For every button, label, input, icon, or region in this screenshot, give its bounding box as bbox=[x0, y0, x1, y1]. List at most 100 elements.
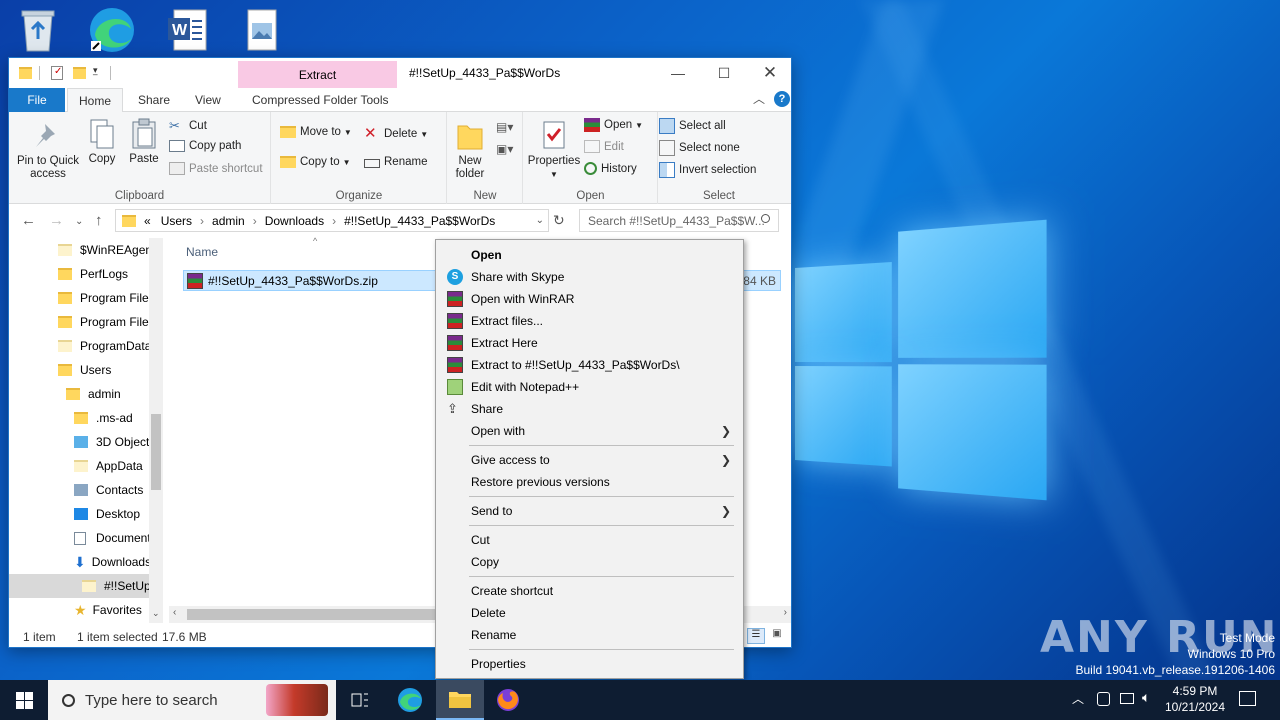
image-file-icon[interactable] bbox=[234, 6, 290, 54]
nav-item[interactable]: 3D Objects bbox=[74, 430, 155, 454]
edit-button[interactable]: Edit bbox=[584, 140, 624, 153]
paste-shortcut-button[interactable]: Paste shortcut bbox=[169, 162, 263, 175]
properties-icon[interactable]: ✓ bbox=[51, 66, 63, 80]
security-tray-icon[interactable] bbox=[1097, 692, 1110, 706]
horizontal-scrollbar-thumb[interactable] bbox=[187, 609, 441, 620]
breadcrumb-current-folder[interactable]: #!!SetUp_4433_Pa$$WorDs bbox=[344, 214, 495, 228]
help-icon[interactable]: ? bbox=[774, 91, 790, 107]
nav-item[interactable]: Program Files bbox=[58, 310, 155, 334]
notifications-icon[interactable] bbox=[1239, 691, 1256, 706]
maximize-button[interactable]: ☐ bbox=[701, 58, 747, 88]
nav-scrollbar-thumb[interactable] bbox=[151, 414, 161, 490]
invert-selection-button[interactable]: Invert selection bbox=[659, 162, 756, 178]
nav-item[interactable]: ⬇ Downloads bbox=[74, 550, 151, 574]
title-bar[interactable]: ✓ ▾̲ Extract #!!SetUp_4433_Pa$$WorDs — ☐… bbox=[9, 58, 791, 88]
taskbar-search[interactable]: Type here to search bbox=[48, 680, 336, 720]
breadcrumb-overflow[interactable]: « bbox=[144, 214, 151, 228]
customize-quick-access-icon[interactable]: ▾̲ bbox=[93, 65, 98, 76]
menu-item-open-with[interactable]: Open with ❯ bbox=[438, 420, 741, 442]
breadcrumb-users[interactable]: Users bbox=[161, 214, 192, 228]
address-dropdown-icon[interactable]: ⌄ bbox=[536, 215, 544, 226]
menu-item-give-access[interactable]: Give access to ❯ bbox=[438, 449, 741, 471]
menu-item-restore-versions[interactable]: Restore previous versions bbox=[438, 471, 741, 493]
back-arrow-icon[interactable]: ← bbox=[21, 212, 36, 229]
pin-quick-access-button[interactable]: Pin to Quick access bbox=[15, 120, 81, 181]
column-header-name[interactable]: Name bbox=[186, 245, 218, 259]
nav-item[interactable]: Contacts bbox=[74, 478, 143, 502]
volume-tray-icon[interactable]: 🔈︎ bbox=[1142, 689, 1150, 706]
tab-compressed-folder-tools[interactable]: Compressed Folder Tools bbox=[242, 88, 399, 112]
breadcrumb-downloads[interactable]: Downloads bbox=[265, 214, 324, 228]
menu-item-rename[interactable]: Rename bbox=[438, 624, 741, 646]
nav-item[interactable]: admin bbox=[66, 382, 121, 406]
nav-item[interactable]: Users bbox=[58, 358, 111, 382]
nav-item[interactable]: PerfLogs bbox=[58, 262, 128, 286]
new-folder-icon[interactable] bbox=[73, 67, 86, 79]
recycle-bin-icon[interactable] bbox=[10, 6, 66, 54]
up-arrow-icon[interactable]: ↑ bbox=[95, 212, 103, 229]
edge-taskbar-icon[interactable] bbox=[386, 680, 434, 720]
large-icons-view-icon[interactable]: ▣ bbox=[769, 628, 785, 644]
task-view-icon[interactable] bbox=[336, 680, 384, 720]
paste-button[interactable]: Paste bbox=[126, 118, 162, 166]
address-bar[interactable]: « Users › admin › Downloads › #!!SetUp_4… bbox=[115, 209, 549, 232]
tab-file[interactable]: File bbox=[9, 88, 65, 112]
copy-path-button[interactable]: Copy path bbox=[169, 140, 241, 152]
tab-home[interactable]: Home bbox=[67, 88, 123, 113]
nav-item-selected[interactable]: #!!SetUp_ bbox=[9, 574, 157, 598]
menu-item-open-winrar[interactable]: Open with WinRAR bbox=[438, 288, 741, 310]
menu-item-cut[interactable]: Cut bbox=[438, 529, 741, 551]
tab-extract[interactable]: Extract bbox=[238, 61, 397, 88]
show-hidden-icons-icon[interactable]: ︿ bbox=[1072, 690, 1084, 707]
new-folder-button[interactable]: New folder bbox=[450, 120, 490, 181]
menu-item-extract-files[interactable]: Extract files... bbox=[438, 310, 741, 332]
scroll-left-arrow-icon[interactable]: ‹ bbox=[173, 607, 176, 618]
word-document-icon[interactable]: W bbox=[158, 6, 214, 54]
cut-button[interactable]: ✂ Cut bbox=[169, 118, 207, 134]
menu-item-share-skype[interactable]: S Share with Skype bbox=[438, 266, 741, 288]
menu-item-extract-to[interactable]: Extract to #!!SetUp_4433_Pa$$WorDs\ bbox=[438, 354, 741, 376]
select-none-button[interactable]: Select none bbox=[659, 140, 740, 156]
clock[interactable]: 4:59 PM 10/21/2024 bbox=[1162, 683, 1228, 715]
history-button[interactable]: History bbox=[584, 162, 637, 175]
firefox-taskbar-icon[interactable] bbox=[484, 680, 532, 720]
delete-button[interactable]: ✕ Delete ▼ bbox=[364, 126, 428, 142]
menu-item-extract-here[interactable]: Extract Here bbox=[438, 332, 741, 354]
nav-item[interactable]: Desktop bbox=[74, 502, 140, 526]
tab-view[interactable]: View bbox=[185, 88, 231, 112]
properties-button[interactable]: Properties ▼ bbox=[526, 120, 582, 181]
nav-item[interactable]: $WinREAgent bbox=[58, 238, 155, 262]
copy-button[interactable]: Copy bbox=[85, 118, 119, 166]
menu-item-send-to[interactable]: Send to ❯ bbox=[438, 500, 741, 522]
details-view-icon[interactable]: ☰ bbox=[747, 628, 765, 644]
breadcrumb-admin[interactable]: admin bbox=[212, 214, 245, 228]
menu-item-delete[interactable]: Delete bbox=[438, 602, 741, 624]
nav-item[interactable]: AppData bbox=[74, 454, 143, 478]
menu-item-open[interactable]: Open bbox=[438, 244, 741, 266]
collapse-ribbon-icon[interactable]: ︿ bbox=[753, 90, 765, 107]
tab-share[interactable]: Share bbox=[128, 88, 180, 112]
new-item-icon[interactable]: ▤▾ bbox=[496, 120, 513, 134]
move-to-button[interactable]: Move to ▼ bbox=[280, 126, 352, 138]
open-button[interactable]: Open ▼ bbox=[584, 118, 643, 132]
network-tray-icon[interactable] bbox=[1120, 693, 1134, 704]
scroll-down-arrow-icon[interactable]: ⌄ bbox=[152, 608, 160, 619]
easy-access-icon[interactable]: ▣▾ bbox=[496, 142, 513, 156]
menu-item-copy[interactable]: Copy bbox=[438, 551, 741, 573]
recent-locations-icon[interactable]: ⌄ bbox=[75, 216, 83, 227]
menu-item-create-shortcut[interactable]: Create shortcut bbox=[438, 580, 741, 602]
start-button[interactable] bbox=[0, 680, 48, 720]
menu-item-properties[interactable]: Properties bbox=[438, 653, 741, 675]
nav-item[interactable]: Program Files bbox=[58, 286, 155, 310]
menu-item-edit-notepad[interactable]: Edit with Notepad++ bbox=[438, 376, 741, 398]
forward-arrow-icon[interactable]: → bbox=[49, 212, 64, 229]
refresh-icon[interactable]: ↻ bbox=[553, 212, 565, 229]
scroll-right-arrow-icon[interactable]: › bbox=[784, 607, 787, 618]
close-button[interactable]: ✕ bbox=[747, 58, 793, 88]
file-explorer-taskbar-icon[interactable] bbox=[436, 680, 484, 720]
nav-item[interactable]: ProgramData bbox=[58, 334, 151, 358]
edge-shortcut-icon[interactable] bbox=[84, 6, 140, 54]
menu-item-share[interactable]: ⇪ Share bbox=[438, 398, 741, 420]
select-all-button[interactable]: Select all bbox=[659, 118, 726, 134]
nav-item[interactable]: Documents bbox=[74, 526, 157, 550]
